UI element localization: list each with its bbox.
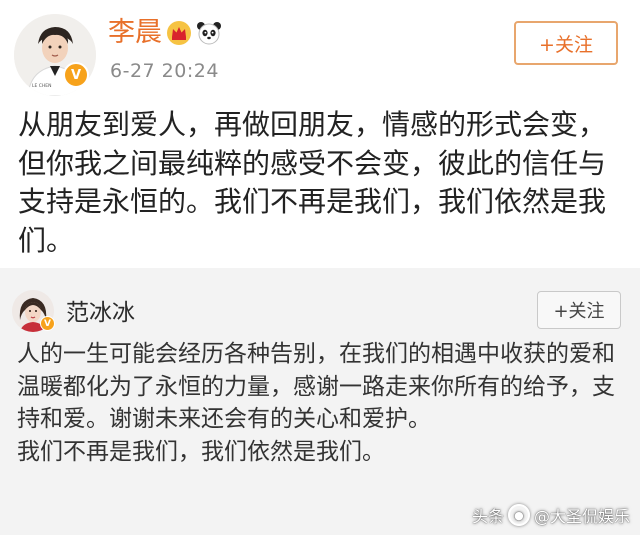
watermark-account: @大圣侃娱乐 xyxy=(533,507,630,526)
follow-button[interactable]: +关注 xyxy=(514,21,618,65)
watermark: 头条 ● @大圣侃娱乐 xyxy=(472,503,630,527)
author-name[interactable]: 范冰冰 xyxy=(66,298,135,328)
verified-badge-icon: V xyxy=(40,316,55,331)
post-card-1: LE CHEN V 李晨 6-27 20:24 +关注 从朋友到爱人，再做回朋友… xyxy=(0,0,640,268)
camera-icon: ● xyxy=(507,504,530,526)
post-text: 人的一生可能会经历各种告别，在我们的相遇中收获的爱和温暖都化为了永恒的力量，感谢… xyxy=(17,338,627,468)
post-text: 从朋友到爱人，再做回朋友，情感的形式会变，但你我之间最纯粹的感受不会变，彼此的信… xyxy=(18,108,607,257)
watermark-platform: 头条 xyxy=(471,507,504,526)
verified-badge-icon: V xyxy=(63,62,89,88)
post-timestamp: 6-27 20:24 xyxy=(110,60,219,82)
post-paragraph: 人的一生可能会经历各种告别，在我们的相遇中收获的爱和温暖都化为了永恒的力量，感谢… xyxy=(17,341,615,432)
avatar-caption: LE CHEN xyxy=(32,83,52,89)
badge-group xyxy=(166,20,222,50)
crown-icon[interactable] xyxy=(166,20,192,50)
post-paragraph: 我们不再是我们，我们依然是我们。 xyxy=(17,438,385,465)
author-name[interactable]: 李晨 xyxy=(108,16,162,50)
follow-button[interactable]: +关注 xyxy=(537,291,621,329)
panda-icon[interactable] xyxy=(196,20,222,50)
